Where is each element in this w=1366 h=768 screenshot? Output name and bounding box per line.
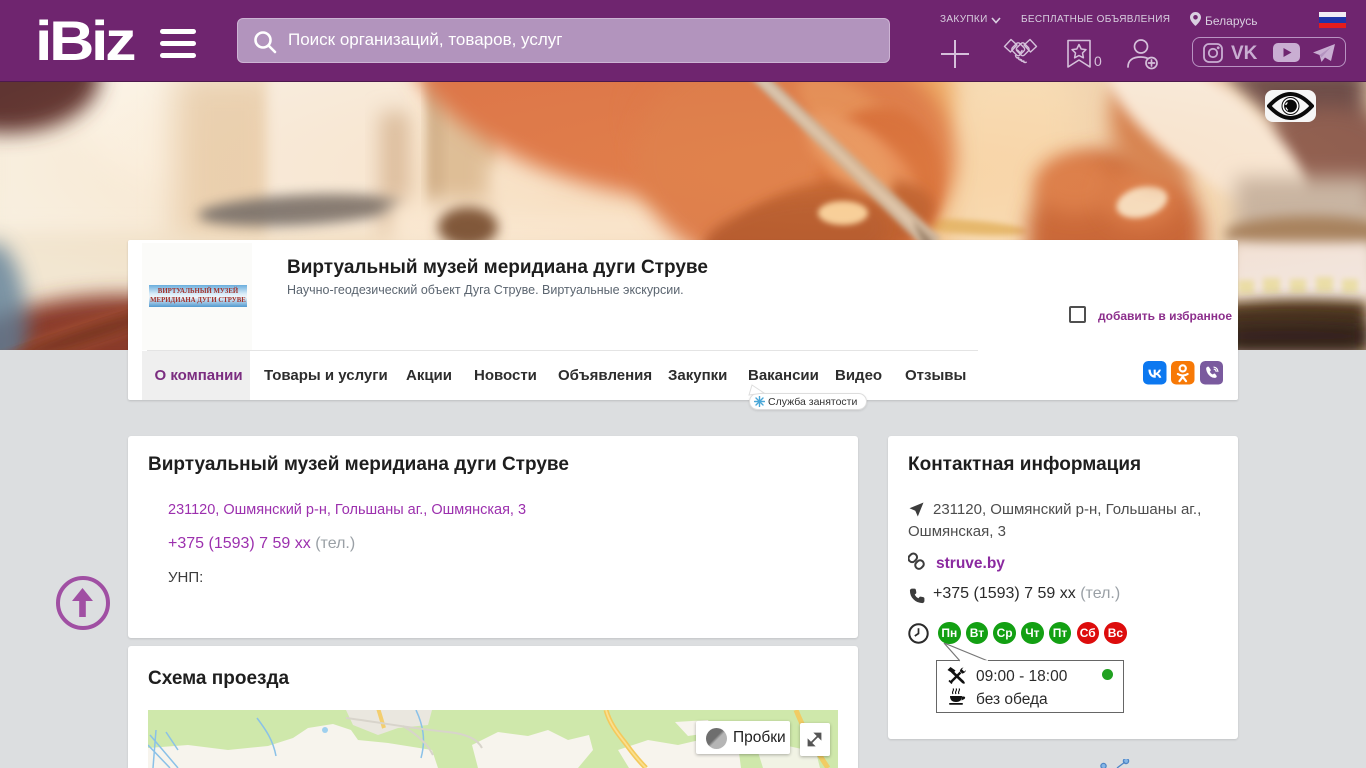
svg-text:VK: VK <box>1231 44 1258 62</box>
